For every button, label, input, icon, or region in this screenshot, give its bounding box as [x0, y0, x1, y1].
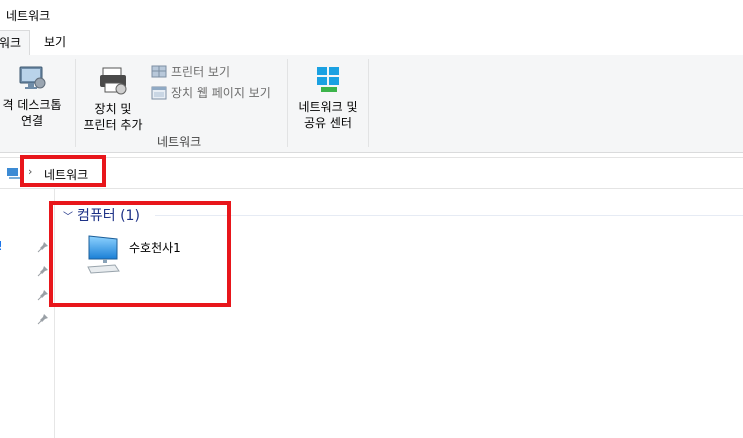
printer-icon — [100, 67, 127, 95]
pin-icon[interactable] — [37, 265, 49, 277]
remote-desktop-label: 격 데스크톱 연결 — [2, 98, 62, 128]
ribbon-separator — [368, 59, 369, 147]
add-devices-printers-label: 장치 및 프린터 추가 — [83, 102, 143, 132]
address-bar[interactable]: › 네트워크 — [0, 157, 743, 189]
highlight-box-computers — [49, 201, 231, 307]
window-title: 네트워크 — [6, 9, 51, 23]
pin-icon[interactable] — [37, 313, 49, 325]
remote-desktop-icon — [19, 66, 46, 89]
tab-view[interactable]: 보기 — [44, 30, 66, 55]
view-printers-button[interactable]: 프린터 보기 — [151, 63, 230, 80]
highlight-box-address — [20, 155, 106, 187]
ribbon-tab-row: 워크 보기 — [0, 30, 743, 56]
network-sharing-center-button[interactable]: 네트워크 및 공유 센터 — [292, 65, 364, 131]
pin-icon[interactable] — [37, 289, 49, 301]
navigation-pane: ! — [0, 189, 55, 438]
network-sharing-center-label: 네트워크 및 공유 센터 — [298, 100, 358, 130]
tab-network[interactable]: 워크 — [0, 30, 30, 56]
pin-icon[interactable] — [37, 241, 49, 253]
nav-item-quick-access[interactable]: ! — [0, 239, 3, 253]
view-device-webpage-button[interactable]: 장치 웹 페이지 보기 — [151, 84, 271, 101]
add-devices-printers-button[interactable]: 장치 및 프린터 추가 — [78, 65, 148, 133]
printer-grid-icon — [151, 65, 167, 77]
group-divider — [155, 215, 743, 216]
view-printers-label: 프린터 보기 — [171, 65, 231, 79]
ribbon: 격 데스크톱 연결 장치 및 프린터 추가 프린터 보기 장치 웹 페이지 보기… — [0, 55, 743, 153]
ribbon-separator — [287, 59, 288, 147]
view-device-webpage-label: 장치 웹 페이지 보기 — [171, 86, 271, 100]
network-sharing-icon — [317, 67, 339, 92]
remote-desktop-button[interactable]: 격 데스크톱 연결 — [0, 61, 70, 129]
title-bar: 네트워크 — [0, 0, 743, 30]
ribbon-separator — [75, 59, 76, 147]
device-webpage-icon — [151, 86, 167, 99]
ribbon-group-label-network: 네트워크 — [157, 135, 202, 149]
